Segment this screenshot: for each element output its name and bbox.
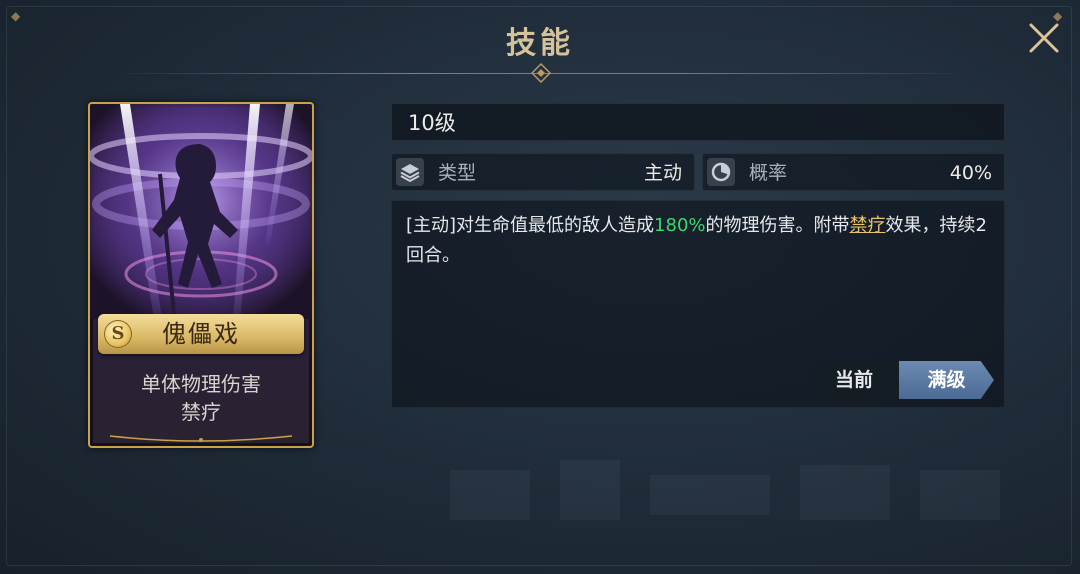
skill-tag: 单体物理伤害 [141,372,261,396]
pie-chart-icon [707,158,735,186]
skill-tags: 单体物理伤害 禁疗 [90,370,312,426]
description-text: 的物理伤害。附带 [705,215,850,236]
level-toggle: 当前 满级 [808,361,994,399]
window-title: 技能 [506,26,574,61]
level-bar: 10级 [391,103,1005,141]
description-text: [主动]对生命值最低的敌人造成 [406,215,655,236]
background-pattern [450,460,1000,520]
stat-type: 类型 主动 [391,153,695,191]
stat-type-value: 主动 [643,162,682,184]
layers-icon [396,158,424,186]
close-icon[interactable] [1024,18,1064,58]
stat-type-label: 类型 [438,162,477,184]
skill-card: S 傀儡戏 单体物理伤害 禁疗 [88,102,314,448]
skill-tag: 禁疗 [181,400,221,424]
skill-card-art [90,104,312,319]
stat-rate-value: 40% [949,162,992,184]
skill-name: 傀儡戏 [162,320,240,348]
skill-description: [主动]对生命值最低的敌人造成180%的物理伤害。附带禁疗效果，持续2回合。 [406,211,1000,271]
card-ornament-icon [109,435,293,442]
damage-percent: 180% [654,215,706,236]
effect-link-heal-block[interactable]: 禁疗 [850,215,886,236]
skill-level: 10级 [408,111,456,135]
diamond-ornament-icon [531,63,551,83]
stat-rate-label: 概率 [749,162,788,184]
toggle-max-button[interactable]: 满级 [899,361,994,399]
stat-rate: 概率 40% [702,153,1005,191]
toggle-current-button[interactable]: 当前 [808,361,900,399]
skill-name-bar: S 傀儡戏 [98,314,304,354]
